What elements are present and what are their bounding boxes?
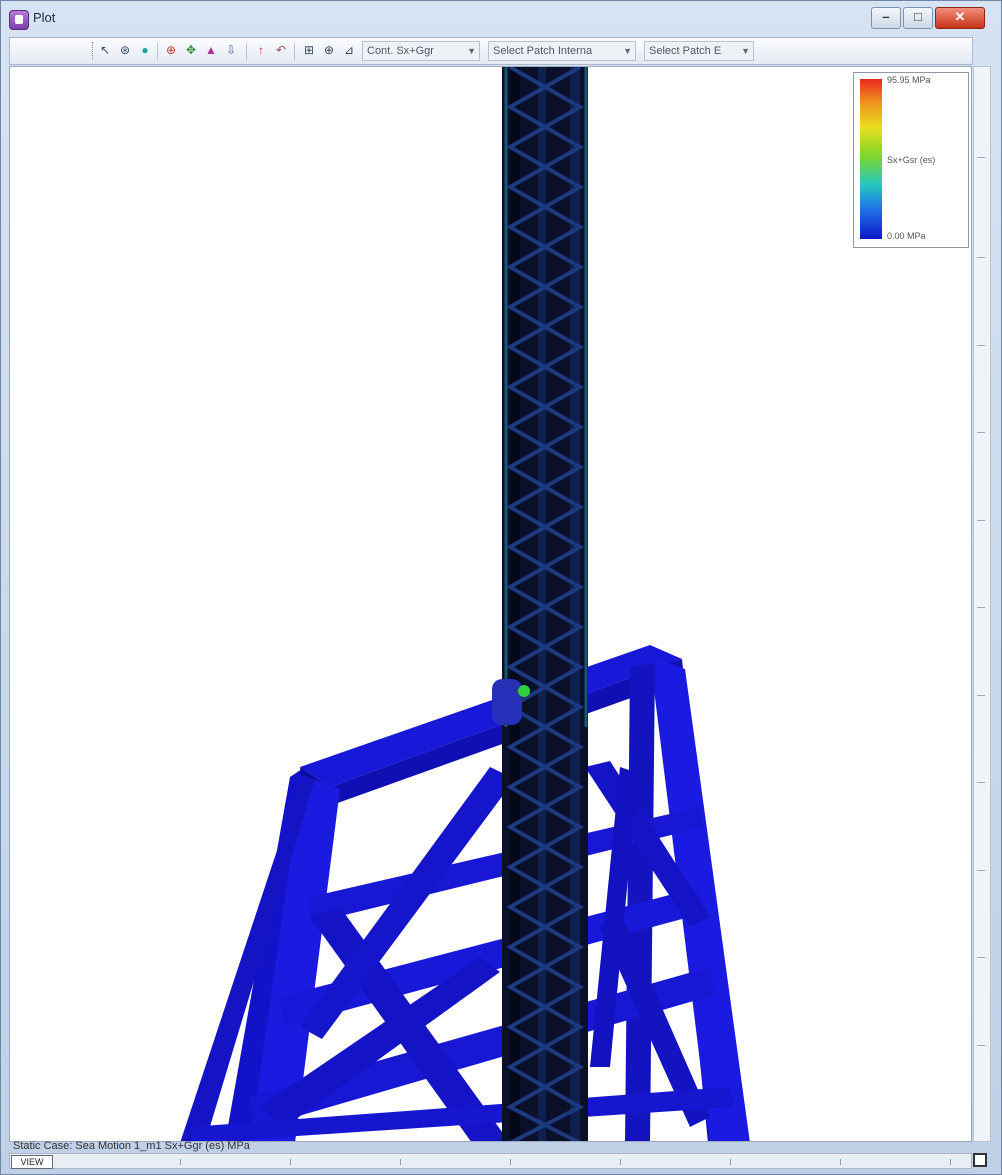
ruler-tick: [977, 1045, 985, 1046]
minimize-icon: –: [882, 9, 890, 24]
view-icon[interactable]: ⊞: [302, 43, 316, 57]
vertical-ruler[interactable]: [973, 66, 991, 1142]
color-legend: 95.95 MPa Sx+Gsr (es) 0.00 MPa: [853, 72, 969, 248]
window-title: Plot: [33, 10, 56, 25]
structure-model[interactable]: [10, 67, 972, 1142]
toolbar-separator: [246, 43, 247, 60]
maximize-icon: □: [914, 9, 922, 24]
ruler-tick: [977, 695, 985, 696]
undo-icon[interactable]: ↶: [274, 43, 288, 57]
zoom-icon[interactable]: ⊕: [164, 43, 178, 57]
chevron-down-icon: ▼: [741, 46, 750, 56]
close-button[interactable]: ✕: [935, 7, 985, 29]
ruler-tick: [977, 157, 985, 158]
chevron-down-icon: ▼: [467, 46, 476, 56]
measure-icon[interactable]: ⊿: [342, 43, 356, 57]
ruler-tick: [510, 1159, 511, 1165]
ruler-tick: [977, 520, 985, 521]
print-icon[interactable]: ⇩: [224, 43, 238, 57]
ruler-tick: [977, 607, 985, 608]
up-icon[interactable]: ↑: [254, 43, 268, 57]
pan-icon[interactable]: ✥: [184, 43, 198, 57]
legend-mid-label: Sx+Gsr (es): [887, 155, 936, 165]
rotate-icon[interactable]: ⊛: [118, 43, 132, 57]
zoom-in-icon[interactable]: ⊕: [322, 43, 336, 57]
legend-min-label: 0.00 MPa: [887, 231, 926, 241]
patch-external-select[interactable]: Select Patch E ▼: [644, 41, 754, 61]
support-frame: [180, 645, 750, 1141]
patch-internal-select-value: Select Patch Interna: [493, 45, 593, 57]
maximize-button[interactable]: □: [903, 7, 933, 29]
view-tab[interactable]: VIEW: [11, 1155, 53, 1169]
ruler-tick: [977, 257, 985, 258]
toolbar-separator: [294, 43, 295, 60]
plot-toolbar: ↖ ⊛ ● ⊕ ✥ ▲ ⇩ ↑ ↶ ⊞ ⊕ ⊿ Cont. Sx+Ggr ▼ S…: [9, 37, 973, 65]
close-icon: ✕: [954, 9, 966, 24]
ruler-tick: [977, 957, 985, 958]
contour-select-value: Cont. Sx+Ggr: [367, 45, 434, 57]
horizontal-ruler[interactable]: [9, 1153, 972, 1169]
export-icon[interactable]: ▲: [204, 43, 218, 57]
plot-window: Plot – □ ✕ ↖ ⊛ ● ⊕ ✥ ▲ ⇩ ↑ ↶ ⊞ ⊕ ⊿ Cont.…: [0, 0, 1002, 1175]
ruler-tick: [620, 1159, 621, 1165]
node-icon[interactable]: ●: [138, 43, 152, 57]
contour-select[interactable]: Cont. Sx+Ggr ▼: [362, 41, 480, 61]
toolbar-grip[interactable]: [92, 42, 95, 60]
ruler-tick: [977, 782, 985, 783]
legend-max-label: 95.95 MPa: [887, 75, 931, 85]
title-bar[interactable]: Plot – □ ✕: [1, 1, 1001, 35]
app-icon: [9, 10, 29, 30]
legend-color-bar: [860, 79, 882, 239]
ruler-tick: [977, 345, 985, 346]
patch-external-select-value: Select Patch E: [649, 45, 722, 57]
corner-resize[interactable]: [973, 1153, 987, 1167]
model-viewport[interactable]: 95.95 MPa Sx+Gsr (es) 0.00 MPa: [9, 66, 972, 1142]
select-icon[interactable]: ↖: [98, 43, 112, 57]
chevron-down-icon: ▼: [623, 46, 632, 56]
lattice-mast: [492, 67, 588, 1141]
toolbar-separator: [157, 43, 158, 60]
ruler-tick: [977, 870, 985, 871]
ruler-tick: [180, 1159, 181, 1165]
patch-internal-select[interactable]: Select Patch Interna ▼: [488, 41, 636, 61]
ruler-tick: [840, 1159, 841, 1165]
ruler-tick: [977, 432, 985, 433]
status-caption: Static Case: Sea Motion 1_m1 Sx+Ggr (es)…: [13, 1140, 250, 1152]
ruler-tick: [950, 1159, 951, 1165]
ruler-tick: [400, 1159, 401, 1165]
ruler-tick: [290, 1159, 291, 1165]
ruler-tick: [730, 1159, 731, 1165]
minimize-button[interactable]: –: [871, 7, 901, 29]
